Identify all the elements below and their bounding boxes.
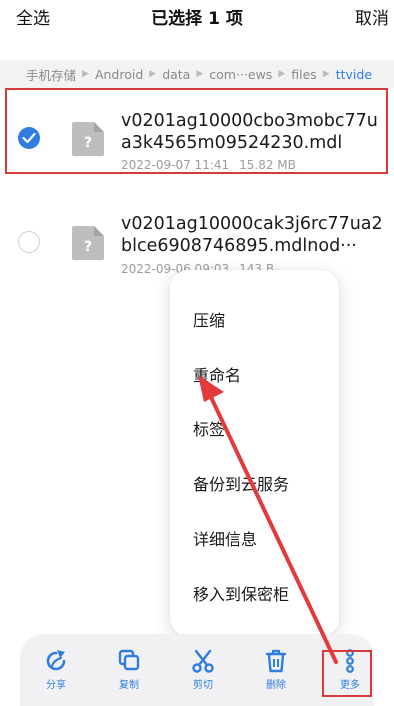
annotation-arrow: [198, 375, 338, 664]
